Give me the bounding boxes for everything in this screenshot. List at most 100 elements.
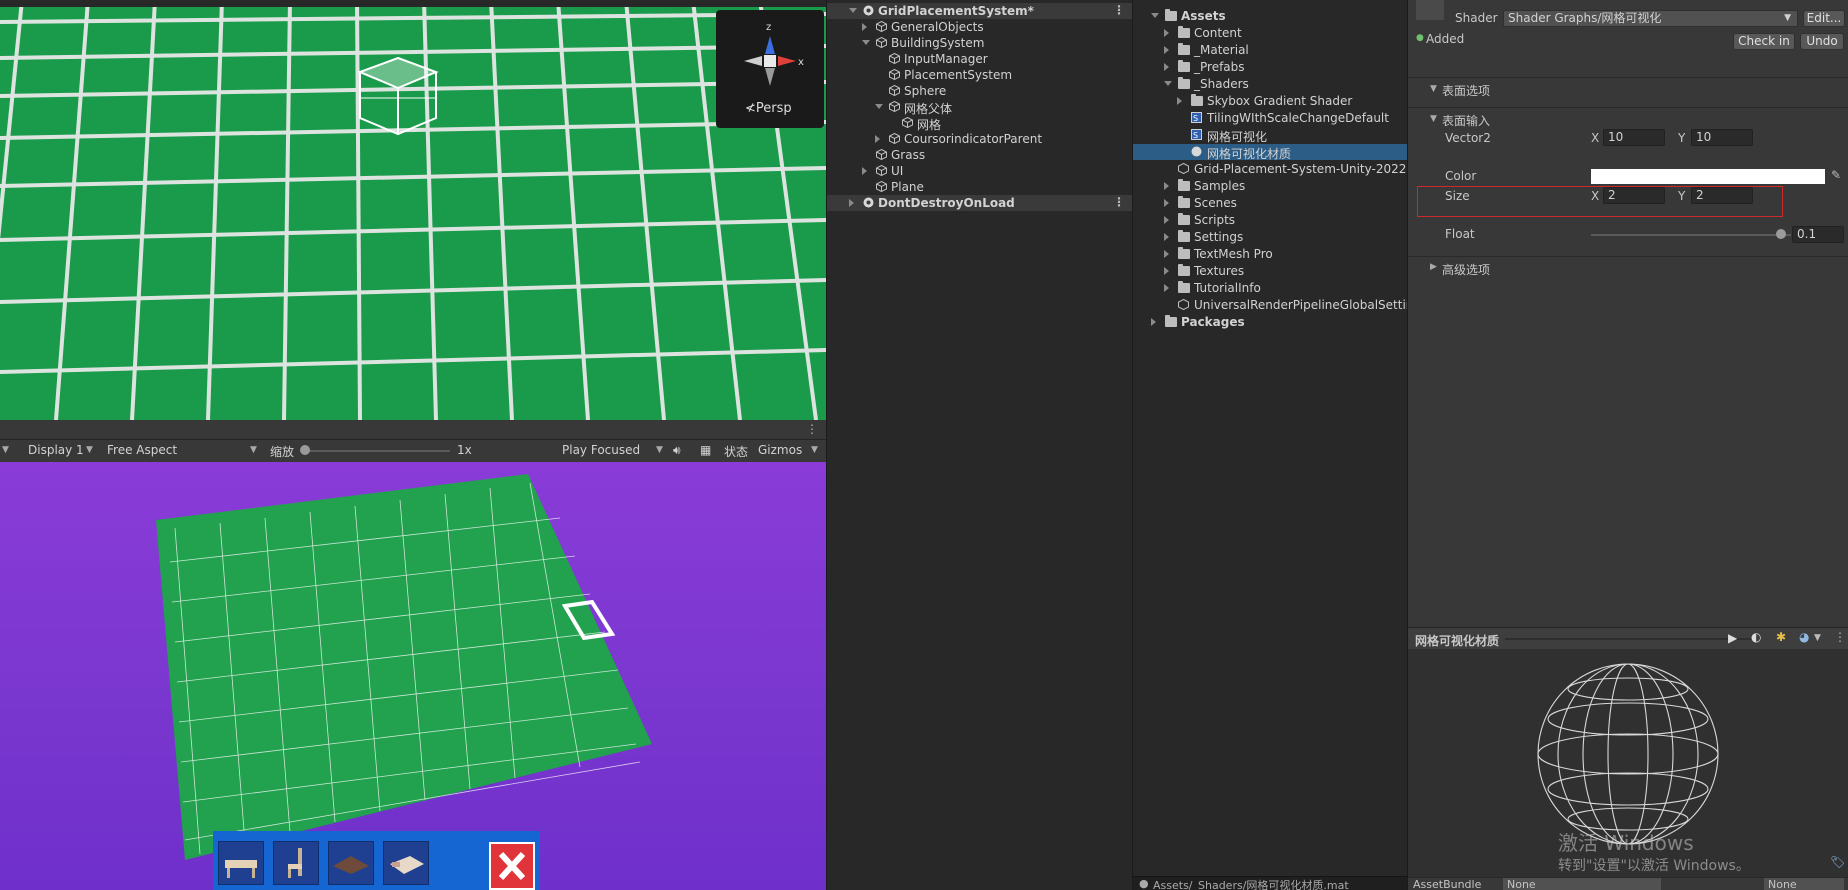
expand-arrow-icon[interactable] — [1164, 199, 1169, 207]
project-item[interactable]: Scenes — [1133, 195, 1408, 211]
collapse-arrow-icon[interactable] — [849, 8, 857, 13]
float-slider[interactable] — [1591, 234, 1791, 236]
projection-toggle[interactable]: ≮Persp — [745, 101, 792, 116]
label-tag-icon[interactable]: 🏷︎ — [1830, 855, 1845, 869]
eyedropper-icon[interactable]: ✎ — [1831, 168, 1841, 182]
color-swatch[interactable] — [1591, 169, 1825, 184]
expand-arrow-icon[interactable] — [849, 199, 854, 207]
section-surface-inputs[interactable]: ▼ 表面输入 — [1408, 107, 1848, 129]
project-item[interactable]: Assets — [1133, 8, 1408, 24]
hierarchy-item[interactable]: UI — [827, 163, 1133, 179]
expand-arrow-icon[interactable] — [1177, 97, 1182, 105]
project-item[interactable]: Grid-Placement-System-Unity-2022-ma — [1133, 161, 1430, 177]
hierarchy-scene-row[interactable]: DontDestroyOnLoad ⋮ — [827, 195, 1133, 211]
check-in-button[interactable]: Check in — [1733, 33, 1795, 50]
project-item[interactable]: TextMesh Pro — [1133, 246, 1408, 262]
hierarchy-item[interactable]: Plane — [827, 179, 1133, 195]
close-build-button[interactable] — [489, 842, 535, 890]
float-field[interactable]: 0.1 — [1792, 226, 1844, 243]
hotbar-slot-bed[interactable] — [383, 841, 429, 885]
preview-more-icon[interactable]: ⋮ — [1834, 630, 1846, 644]
project-item[interactable]: S 网格可视化 — [1133, 127, 1408, 144]
sphere-mesh-icon[interactable]: ◐ — [1751, 630, 1761, 644]
collapse-arrow-icon[interactable] — [1164, 81, 1172, 86]
play-icon[interactable]: ▶ — [1728, 631, 1737, 645]
size-y-field[interactable]: 2 — [1691, 187, 1753, 204]
undo-button[interactable]: Undo — [1800, 33, 1844, 50]
project-item[interactable]: Scripts — [1133, 212, 1408, 228]
stats-button[interactable]: 状态 — [724, 443, 748, 460]
collapse-arrow-icon[interactable] — [862, 40, 870, 45]
hierarchy-item[interactable]: Grass — [827, 147, 1133, 163]
project-item[interactable]: UniversalRenderPipelineGlobalSettings — [1133, 297, 1427, 313]
assetbundle-dropdown[interactable]: None — [1503, 878, 1661, 890]
hierarchy-item[interactable]: PlacementSystem — [827, 67, 1133, 83]
display-dropdown[interactable]: Display 1 — [28, 443, 84, 457]
project-item[interactable]: TutorialInfo — [1133, 280, 1408, 296]
scene-more-icon[interactable]: ⋮ — [1113, 3, 1125, 17]
vector2-y-field[interactable]: 10 — [1691, 129, 1753, 146]
hotbar-slot-chair[interactable] — [273, 841, 319, 885]
mute-audio-icon[interactable]: 🔊︎ — [673, 443, 681, 458]
edit-shader-button[interactable]: Edit... — [1803, 10, 1845, 27]
collapse-arrow-icon[interactable] — [1151, 13, 1159, 18]
project-item[interactable]: _Prefabs — [1133, 59, 1408, 75]
shader-dropdown[interactable]: Shader Graphs/网格可视化 ▼ — [1503, 10, 1798, 27]
expand-arrow-icon[interactable] — [1164, 29, 1169, 37]
vector2-x-field[interactable]: 10 — [1603, 129, 1665, 146]
expand-arrow-icon[interactable] — [1151, 318, 1156, 326]
expand-arrow-icon[interactable] — [862, 23, 867, 31]
hotbar-slot-rug[interactable] — [328, 841, 374, 885]
project-item[interactable]: Content — [1133, 25, 1408, 41]
light-icon[interactable]: ✱ — [1776, 630, 1786, 644]
scene-view[interactable]: z x ≮Persp — [0, 0, 826, 420]
assetbundle-variant-dropdown[interactable]: None — [1764, 878, 1844, 890]
hierarchy-item[interactable]: 网格父体 — [827, 99, 1133, 116]
game-more-icon[interactable]: ⋮ — [806, 422, 818, 436]
aspect-dropdown[interactable]: Free Aspect — [107, 443, 177, 457]
preview-background-icon[interactable]: ◕ — [1799, 630, 1809, 644]
grid-icon[interactable]: ▦ — [700, 443, 711, 457]
expand-arrow-icon[interactable] — [1164, 284, 1169, 292]
scale-slider[interactable] — [303, 450, 450, 452]
expand-arrow-icon[interactable] — [1164, 250, 1169, 258]
expand-arrow-icon[interactable] — [1164, 216, 1169, 224]
expand-arrow-icon[interactable] — [862, 167, 867, 175]
scene-more-icon[interactable]: ⋮ — [1113, 195, 1125, 209]
collapse-arrow-icon[interactable] — [875, 104, 883, 109]
project-item[interactable]: Skybox Gradient Shader — [1133, 93, 1408, 109]
project-item[interactable]: S TilingWIthScaleChangeDefault — [1133, 110, 1408, 126]
hierarchy-item[interactable]: CoursorindicatorParent — [827, 131, 1133, 147]
project-item[interactable]: Settings — [1133, 229, 1408, 245]
section-surface-options[interactable]: ▼ 表面选项 — [1408, 77, 1848, 99]
hierarchy-item[interactable]: Sphere — [827, 83, 1133, 99]
section-advanced-options[interactable]: ▶ 高级选项 — [1408, 256, 1848, 278]
preview-resize-handle[interactable] — [1505, 638, 1755, 640]
project-item[interactable]: Samples — [1133, 178, 1408, 194]
hierarchy-item[interactable]: BuildingSystem — [827, 35, 1133, 51]
game-view-dropdown-icon[interactable]: ▼ — [2, 445, 9, 455]
expand-arrow-icon[interactable] — [1164, 182, 1169, 190]
play-mode-dropdown[interactable]: Play Focused — [562, 443, 640, 457]
project-item[interactable]: _Shaders — [1133, 76, 1408, 92]
project-item[interactable]: _Material — [1133, 42, 1408, 58]
scale-slider-handle[interactable] — [300, 445, 310, 455]
game-view[interactable] — [0, 462, 826, 890]
hierarchy-item[interactable]: InputManager — [827, 51, 1133, 67]
project-item[interactable]: Textures — [1133, 263, 1408, 279]
preview-dropdown-icon[interactable]: ▼ — [1814, 633, 1821, 643]
gizmos-chevron-icon[interactable]: ▼ — [811, 445, 818, 455]
project-item[interactable]: Packages — [1133, 314, 1408, 330]
expand-arrow-icon[interactable] — [875, 135, 880, 143]
expand-arrow-icon[interactable] — [1164, 267, 1169, 275]
hierarchy-item[interactable]: 网格 — [827, 115, 1133, 132]
project-item[interactable]: 网格可视化材质 — [1133, 144, 1408, 161]
expand-arrow-icon[interactable] — [1164, 46, 1169, 54]
expand-arrow-icon[interactable] — [1164, 233, 1169, 241]
float-slider-handle[interactable] — [1776, 229, 1786, 239]
size-x-field[interactable]: 2 — [1603, 187, 1665, 204]
hotbar-slot-table[interactable] — [218, 841, 264, 885]
expand-arrow-icon[interactable] — [1164, 63, 1169, 71]
hierarchy-item[interactable]: GeneralObjects — [827, 19, 1133, 35]
hierarchy-scene-row[interactable]: GridPlacementSystem* ⋮ — [827, 3, 1133, 19]
